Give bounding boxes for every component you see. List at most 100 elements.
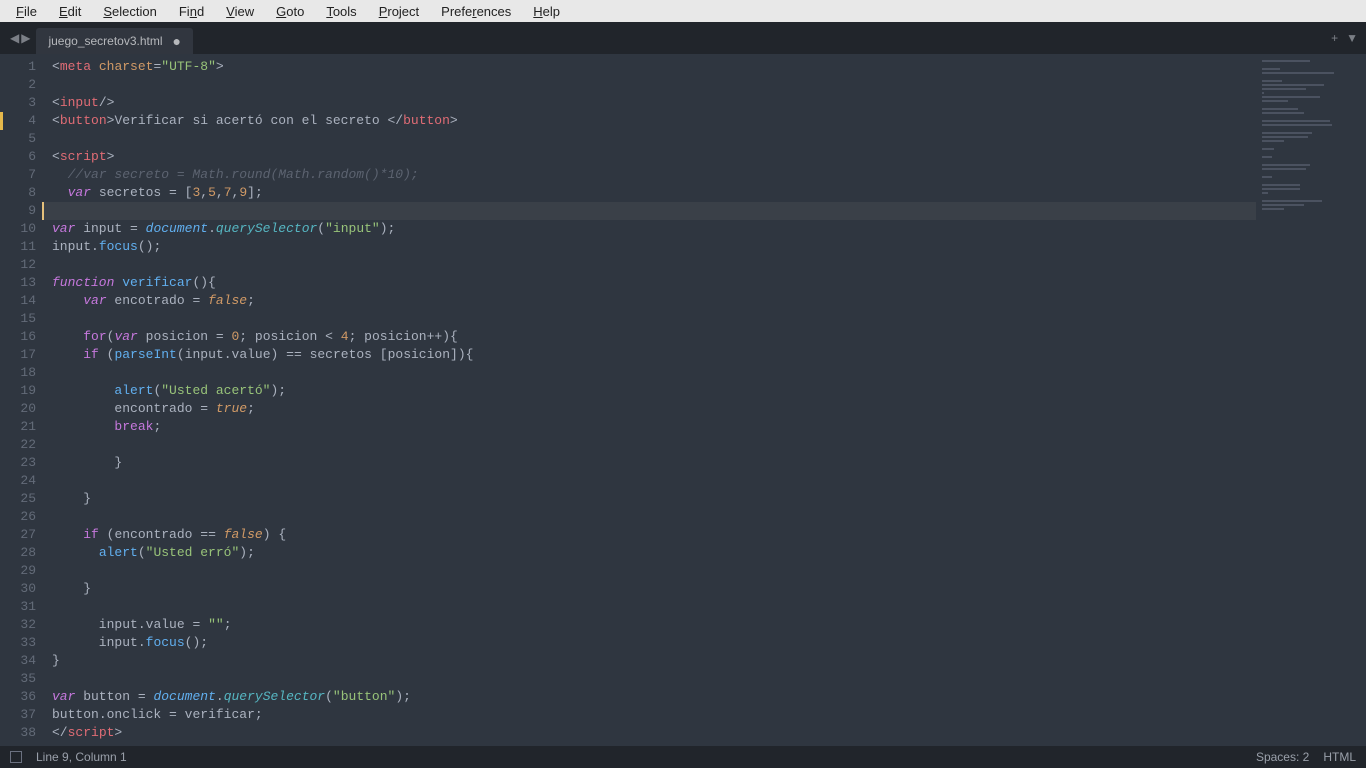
code-line[interactable]: function verificar(){ xyxy=(44,274,1256,292)
status-cursor-position[interactable]: Line 9, Column 1 xyxy=(36,750,127,764)
code-line[interactable] xyxy=(44,436,1256,454)
code-line[interactable]: input.value = ""; xyxy=(44,616,1256,634)
code-line[interactable]: var encotrado = false; xyxy=(44,292,1256,310)
code-line[interactable]: for(var posicion = 0; posicion < 4; posi… xyxy=(44,328,1256,346)
line-number: 36 xyxy=(0,688,36,706)
line-number: 22 xyxy=(0,436,36,454)
minimap-line xyxy=(1262,140,1284,142)
menu-item-help[interactable]: Help xyxy=(523,2,570,21)
minimap[interactable] xyxy=(1256,54,1366,746)
code-line[interactable]: if (encontrado == false) { xyxy=(44,526,1256,544)
new-tab-icon[interactable]: + xyxy=(1331,31,1338,45)
minimap-line xyxy=(1262,120,1330,122)
panel-switch-icon[interactable] xyxy=(10,751,22,763)
line-number: 2 xyxy=(0,76,36,94)
minimap-line xyxy=(1262,200,1322,202)
line-number: 23 xyxy=(0,454,36,472)
minimap-line xyxy=(1262,124,1332,126)
code-line[interactable] xyxy=(44,202,1256,220)
line-number: 35 xyxy=(0,670,36,688)
minimap-line xyxy=(1262,176,1272,178)
minimap-line xyxy=(1262,96,1320,98)
tab-controls: + ▼ xyxy=(1331,31,1358,45)
code-line[interactable]: button.onclick = verificar; xyxy=(44,706,1256,724)
line-number: 25 xyxy=(0,490,36,508)
status-syntax[interactable]: HTML xyxy=(1323,750,1356,764)
minimap-line xyxy=(1262,132,1312,134)
code-line[interactable]: <meta charset="UTF-8"> xyxy=(44,58,1256,76)
menu-item-tools[interactable]: Tools xyxy=(316,2,366,21)
menu-item-find[interactable]: Find xyxy=(169,2,214,21)
line-number: 24 xyxy=(0,472,36,490)
code-line[interactable]: if (parseInt(input.value) == secretos [p… xyxy=(44,346,1256,364)
menu-item-preferences[interactable]: Preferences xyxy=(431,2,521,21)
code-line[interactable]: <input/> xyxy=(44,94,1256,112)
line-number: 31 xyxy=(0,598,36,616)
code-line[interactable]: <script> xyxy=(44,148,1256,166)
line-number: 6 xyxy=(0,148,36,166)
line-number: 19 xyxy=(0,382,36,400)
code-line[interactable] xyxy=(44,598,1256,616)
line-number: 12 xyxy=(0,256,36,274)
code-line[interactable]: var button = document.querySelector("but… xyxy=(44,688,1256,706)
code-line[interactable]: break; xyxy=(44,418,1256,436)
code-line[interactable]: input.focus(); xyxy=(44,238,1256,256)
menu-item-selection[interactable]: Selection xyxy=(93,2,166,21)
line-number: 27 xyxy=(0,526,36,544)
nav-forward-icon[interactable]: ▶ xyxy=(21,31,30,45)
minimap-line xyxy=(1262,80,1282,82)
menu-item-edit[interactable]: Edit xyxy=(49,2,91,21)
code-area[interactable]: <meta charset="UTF-8"> <input/><button>Ve… xyxy=(44,54,1256,746)
code-line[interactable]: var input = document.querySelector("inpu… xyxy=(44,220,1256,238)
code-line[interactable] xyxy=(44,130,1256,148)
minimap-line xyxy=(1262,112,1304,114)
code-line[interactable]: alert("Usted erró"); xyxy=(44,544,1256,562)
minimap-line xyxy=(1262,84,1324,86)
menu-item-file[interactable]: File xyxy=(6,2,47,21)
minimap-line xyxy=(1262,108,1298,110)
line-number: 13 xyxy=(0,274,36,292)
code-line[interactable] xyxy=(44,508,1256,526)
code-line[interactable]: input.focus(); xyxy=(44,634,1256,652)
minimap-line xyxy=(1262,88,1306,90)
line-number: 4 xyxy=(0,112,36,130)
line-number: 10 xyxy=(0,220,36,238)
code-line[interactable] xyxy=(44,364,1256,382)
code-line[interactable]: } xyxy=(44,580,1256,598)
code-line[interactable]: } xyxy=(44,454,1256,472)
line-number: 5 xyxy=(0,130,36,148)
line-number: 21 xyxy=(0,418,36,436)
line-number: 1 xyxy=(0,58,36,76)
status-indent[interactable]: Spaces: 2 xyxy=(1256,750,1309,764)
code-line[interactable]: <button>Verificar si acertó con el secre… xyxy=(44,112,1256,130)
code-line[interactable] xyxy=(44,76,1256,94)
tab-active[interactable]: juego_secretov3.html ● xyxy=(36,28,193,54)
code-line[interactable]: encontrado = true; xyxy=(44,400,1256,418)
code-line[interactable] xyxy=(44,472,1256,490)
editor: 1234567891011121314151617181920212223242… xyxy=(0,54,1366,746)
nav-back-icon[interactable]: ◀ xyxy=(10,31,19,45)
line-number: 11 xyxy=(0,238,36,256)
tab-dirty-indicator-icon: ● xyxy=(173,33,181,49)
line-number: 8 xyxy=(0,184,36,202)
minimap-line xyxy=(1262,156,1272,158)
line-number-gutter: 1234567891011121314151617181920212223242… xyxy=(0,54,44,746)
code-line[interactable]: } xyxy=(44,652,1256,670)
line-number: 38 xyxy=(0,724,36,742)
menu-item-project[interactable]: Project xyxy=(369,2,429,21)
code-line[interactable]: alert("Usted acertó"); xyxy=(44,382,1256,400)
code-line[interactable]: //var secreto = Math.round(Math.random()… xyxy=(44,166,1256,184)
menu-item-goto[interactable]: Goto xyxy=(266,2,314,21)
code-line[interactable] xyxy=(44,256,1256,274)
line-number: 18 xyxy=(0,364,36,382)
tab-dropdown-icon[interactable]: ▼ xyxy=(1346,31,1358,45)
minimap-line xyxy=(1262,208,1284,210)
code-line[interactable]: var secretos = [3,5,7,9]; xyxy=(44,184,1256,202)
code-line[interactable] xyxy=(44,310,1256,328)
code-line[interactable] xyxy=(44,670,1256,688)
minimap-line xyxy=(1262,192,1268,194)
menu-item-view[interactable]: View xyxy=(216,2,264,21)
code-line[interactable]: </script> xyxy=(44,724,1256,742)
code-line[interactable]: } xyxy=(44,490,1256,508)
code-line[interactable] xyxy=(44,562,1256,580)
